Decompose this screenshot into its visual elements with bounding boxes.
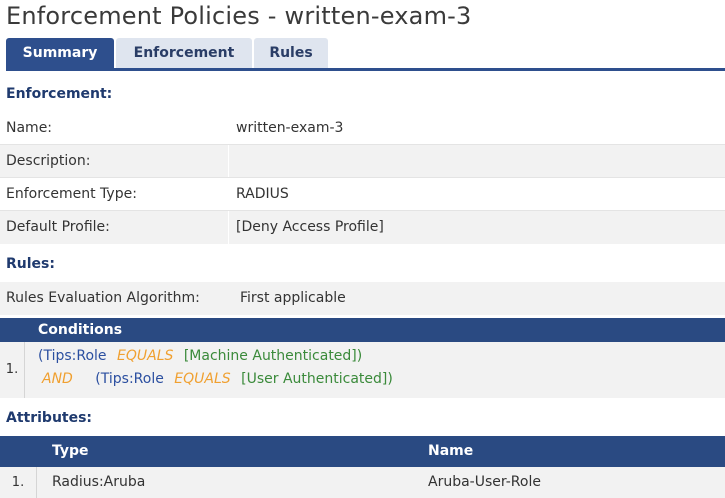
attributes-heading: Attributes: (6, 410, 93, 426)
condition-2-value: [User Authenticated]) (241, 371, 393, 387)
condition-row: 1. (Tips:Role EQUALS [Machine Authentica… (0, 342, 725, 398)
row-description: Description: (0, 145, 725, 178)
rules-heading: Rules: (6, 256, 55, 272)
attribute-type: Radius:Aruba (52, 474, 146, 490)
condition-line-2: AND (Tips:Role EQUALS [User Authenticate… (42, 371, 393, 387)
value-default-profile: [Deny Access Profile] (236, 219, 384, 235)
row-enforcement-type: Enforcement Type: RADIUS (0, 178, 725, 211)
tab-underline (6, 68, 725, 71)
tab-summary[interactable]: Summary (6, 38, 114, 68)
label-name: Name: (6, 120, 53, 136)
label-rules-algorithm: Rules Evaluation Algorithm: (6, 290, 200, 306)
conditions-header-label: Conditions (38, 322, 123, 338)
value-name: written-exam-3 (236, 120, 344, 136)
condition-1-value: [Machine Authenticated]) (183, 348, 363, 364)
condition-joiner: AND (42, 371, 73, 387)
row-name: Name: written-exam-3 (0, 112, 725, 145)
label-enforcement-type: Enforcement Type: (6, 186, 137, 202)
tab-rules[interactable]: Rules (254, 38, 328, 68)
condition-2-operator: EQUALS (174, 371, 231, 387)
value-enforcement-type: RADIUS (236, 186, 289, 202)
enforcement-heading: Enforcement: (6, 86, 113, 102)
attributes-col-type: Type (52, 443, 89, 459)
tab-enforcement[interactable]: Enforcement (116, 38, 252, 68)
attribute-row: 1. Radius:Aruba Aruba-User-Role (0, 467, 725, 498)
attribute-index: 1. (0, 467, 37, 498)
attribute-name: Aruba-User-Role (428, 474, 541, 490)
condition-1-subject: (Tips:Role (38, 348, 107, 364)
label-description: Description: (6, 153, 91, 169)
value-rules-algorithm: First applicable (240, 290, 346, 306)
row-default-profile: Default Profile: [Deny Access Profile] (0, 211, 725, 244)
attributes-header: Type Name (0, 436, 725, 467)
condition-1-operator: EQUALS (117, 348, 174, 364)
condition-2-subject: (Tips:Role (95, 371, 164, 387)
condition-line-1: (Tips:Role EQUALS [Machine Authenticated… (38, 348, 362, 364)
row-rules-algorithm: Rules Evaluation Algorithm: First applic… (0, 282, 725, 315)
label-default-profile: Default Profile: (6, 219, 110, 235)
attributes-col-name: Name (428, 443, 474, 459)
conditions-header: Conditions (0, 318, 725, 342)
condition-index: 1. (0, 342, 25, 398)
page-title: Enforcement Policies - written-exam-3 (6, 2, 472, 30)
